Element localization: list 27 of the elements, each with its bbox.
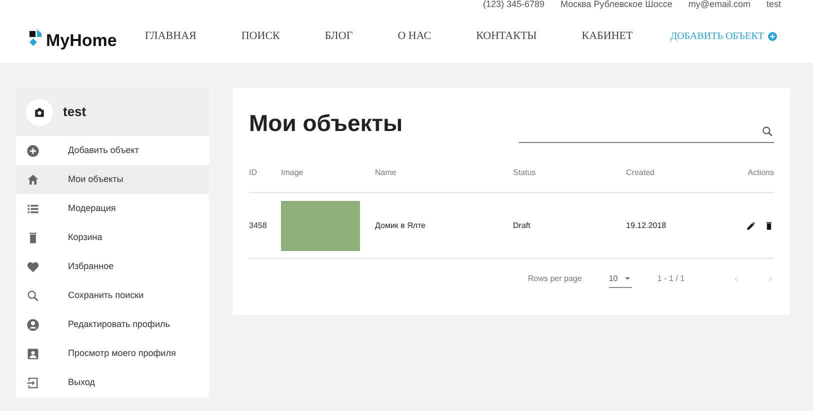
nav-link[interactable]: КАБИНЕТ: [582, 28, 633, 45]
column-header: ID: [249, 166, 258, 178]
column-header: Image: [281, 166, 304, 178]
logo-text[interactable]: MyHome: [46, 28, 117, 54]
email-text: my@email.com: [688, 0, 750, 12]
table-cell-text: 19.12.2018: [626, 220, 668, 232]
username-text: test: [766, 0, 781, 12]
nav-link[interactable]: О НАС: [398, 28, 432, 45]
table-cell-text: 3458: [249, 220, 268, 232]
column-header: Created: [626, 166, 656, 178]
rows-per-page-label: Rows per page: [528, 273, 582, 285]
table-cell-text: Draft: [513, 220, 532, 232]
page-range: 1 - 1 / 1: [657, 273, 685, 285]
user-name: test: [63, 103, 86, 122]
address-text: Москва Рублевское Шоссе: [560, 0, 672, 12]
rows-per-page-select[interactable]: 10: [608, 270, 632, 288]
column-header: Actions: [746, 166, 774, 178]
nav-link[interactable]: ПОИСК: [241, 28, 280, 45]
nav-link[interactable]: КОНТАКТЫ: [476, 28, 537, 45]
column-header: Status: [513, 166, 537, 178]
page-title: Мои объекты: [249, 112, 403, 135]
column-header: Name: [375, 166, 398, 178]
table-cell-text: Домик в Ялте: [375, 220, 427, 232]
nav-link[interactable]: БЛОГ: [324, 28, 353, 45]
phone-number: (123) 345-6789: [482, 0, 544, 12]
nav-link[interactable]: ГЛАВНАЯ: [144, 28, 196, 45]
sidebar-item[interactable]: Мои объекты: [16, 165, 209, 194]
